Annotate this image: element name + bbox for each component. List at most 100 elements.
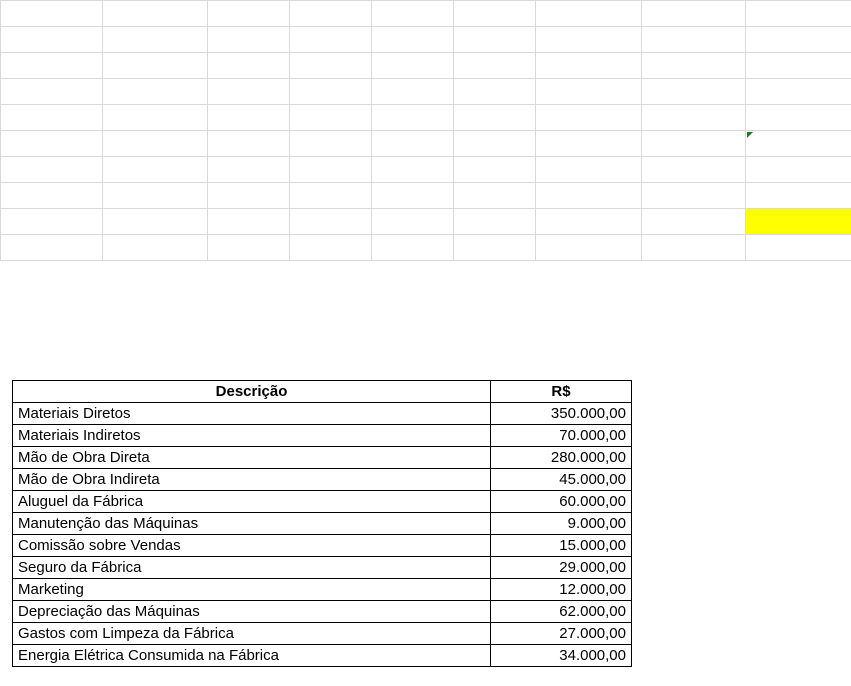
row-description: Materiais Diretos xyxy=(12,402,491,425)
grid-cell[interactable] xyxy=(453,234,536,261)
grid-cell[interactable] xyxy=(535,208,642,235)
grid-cell[interactable] xyxy=(453,52,536,79)
grid-cell[interactable] xyxy=(641,182,746,209)
header-value: R$ xyxy=(490,380,632,403)
grid-cell[interactable] xyxy=(0,156,103,183)
grid-cell[interactable] xyxy=(453,26,536,53)
grid-cell[interactable] xyxy=(371,52,454,79)
grid-cell[interactable] xyxy=(0,52,103,79)
grid-cell[interactable] xyxy=(0,208,103,235)
highlighted-grid-cell[interactable] xyxy=(745,208,851,235)
grid-cell[interactable] xyxy=(453,208,536,235)
table-row: Mão de Obra Indireta 45.000,00 xyxy=(12,468,632,491)
row-value: 60.000,00 xyxy=(490,490,632,513)
grid-cell[interactable] xyxy=(641,104,746,131)
grid-cell[interactable] xyxy=(453,182,536,209)
grid-cell[interactable] xyxy=(453,78,536,105)
grid-cell[interactable] xyxy=(535,234,642,261)
grid-cell[interactable] xyxy=(0,26,103,53)
grid-cell[interactable] xyxy=(0,182,103,209)
grid-cell[interactable] xyxy=(535,104,642,131)
grid-cell[interactable] xyxy=(207,104,290,131)
grid-cell[interactable] xyxy=(453,130,536,157)
grid-cell[interactable] xyxy=(641,208,746,235)
grid-cell[interactable] xyxy=(289,104,372,131)
grid-cell[interactable] xyxy=(207,234,290,261)
grid-cell[interactable] xyxy=(535,52,642,79)
grid-cell[interactable] xyxy=(289,182,372,209)
grid-cell[interactable] xyxy=(0,0,103,27)
grid-cell[interactable] xyxy=(102,208,208,235)
grid-cell[interactable] xyxy=(745,26,851,53)
grid-cell[interactable] xyxy=(102,0,208,27)
grid-cell[interactable] xyxy=(641,26,746,53)
grid-cell[interactable] xyxy=(289,78,372,105)
grid-cell[interactable] xyxy=(371,130,454,157)
grid-cell[interactable] xyxy=(102,104,208,131)
grid-cell[interactable] xyxy=(102,26,208,53)
grid-cell[interactable] xyxy=(102,78,208,105)
grid-cell[interactable] xyxy=(535,26,642,53)
grid-cell[interactable] xyxy=(0,78,103,105)
grid-cell[interactable] xyxy=(641,130,746,157)
grid-cell[interactable] xyxy=(371,208,454,235)
grid-cell[interactable] xyxy=(289,0,372,27)
grid-cell[interactable] xyxy=(371,156,454,183)
grid-cell[interactable] xyxy=(641,52,746,79)
grid-cell[interactable] xyxy=(102,130,208,157)
row-value: 280.000,00 xyxy=(490,446,632,469)
grid-cell[interactable] xyxy=(102,234,208,261)
grid-cell[interactable] xyxy=(371,78,454,105)
grid-cell[interactable] xyxy=(289,52,372,79)
grid-cell[interactable] xyxy=(371,234,454,261)
grid-cell[interactable] xyxy=(289,208,372,235)
grid-cell[interactable] xyxy=(535,0,642,27)
grid-cell[interactable] xyxy=(535,130,642,157)
grid-cell[interactable] xyxy=(745,0,851,27)
grid-cell[interactable] xyxy=(641,234,746,261)
grid-cell[interactable] xyxy=(453,0,536,27)
grid-cell[interactable] xyxy=(207,156,290,183)
grid-cell[interactable] xyxy=(102,52,208,79)
grid-cell[interactable] xyxy=(207,182,290,209)
grid-cell[interactable] xyxy=(207,78,290,105)
row-value: 34.000,00 xyxy=(490,644,632,667)
grid-cell[interactable] xyxy=(745,104,851,131)
grid-cell[interactable] xyxy=(207,208,290,235)
grid-cell[interactable] xyxy=(371,26,454,53)
grid-cell[interactable] xyxy=(535,156,642,183)
grid-cell[interactable] xyxy=(289,26,372,53)
grid-cell[interactable] xyxy=(207,130,290,157)
grid-row xyxy=(0,208,851,235)
grid-cell[interactable] xyxy=(745,78,851,105)
grid-cell[interactable] xyxy=(745,52,851,79)
grid-cell[interactable] xyxy=(535,182,642,209)
grid-cell[interactable] xyxy=(207,0,290,27)
grid-cell[interactable] xyxy=(102,156,208,183)
grid-cell[interactable] xyxy=(641,156,746,183)
grid-cell[interactable] xyxy=(641,0,746,27)
grid-cell[interactable] xyxy=(289,156,372,183)
grid-cell[interactable] xyxy=(453,156,536,183)
grid-cell[interactable] xyxy=(371,182,454,209)
grid-cell[interactable] xyxy=(745,130,851,157)
grid-cell[interactable] xyxy=(102,182,208,209)
grid-cell[interactable] xyxy=(371,104,454,131)
grid-cell[interactable] xyxy=(207,26,290,53)
grid-cell[interactable] xyxy=(641,78,746,105)
grid-cell[interactable] xyxy=(0,234,103,261)
grid-cell[interactable] xyxy=(745,234,851,261)
grid-cell[interactable] xyxy=(0,104,103,131)
grid-cell[interactable] xyxy=(0,130,103,157)
grid-row xyxy=(0,182,851,209)
grid-cell[interactable] xyxy=(535,78,642,105)
grid-cell[interactable] xyxy=(289,234,372,261)
grid-row xyxy=(0,130,851,157)
grid-cell[interactable] xyxy=(453,104,536,131)
grid-cell[interactable] xyxy=(371,0,454,27)
grid-cell[interactable] xyxy=(745,182,851,209)
row-description: Mão de Obra Indireta xyxy=(12,468,491,491)
grid-cell[interactable] xyxy=(207,52,290,79)
grid-cell[interactable] xyxy=(745,156,851,183)
grid-cell[interactable] xyxy=(289,130,372,157)
